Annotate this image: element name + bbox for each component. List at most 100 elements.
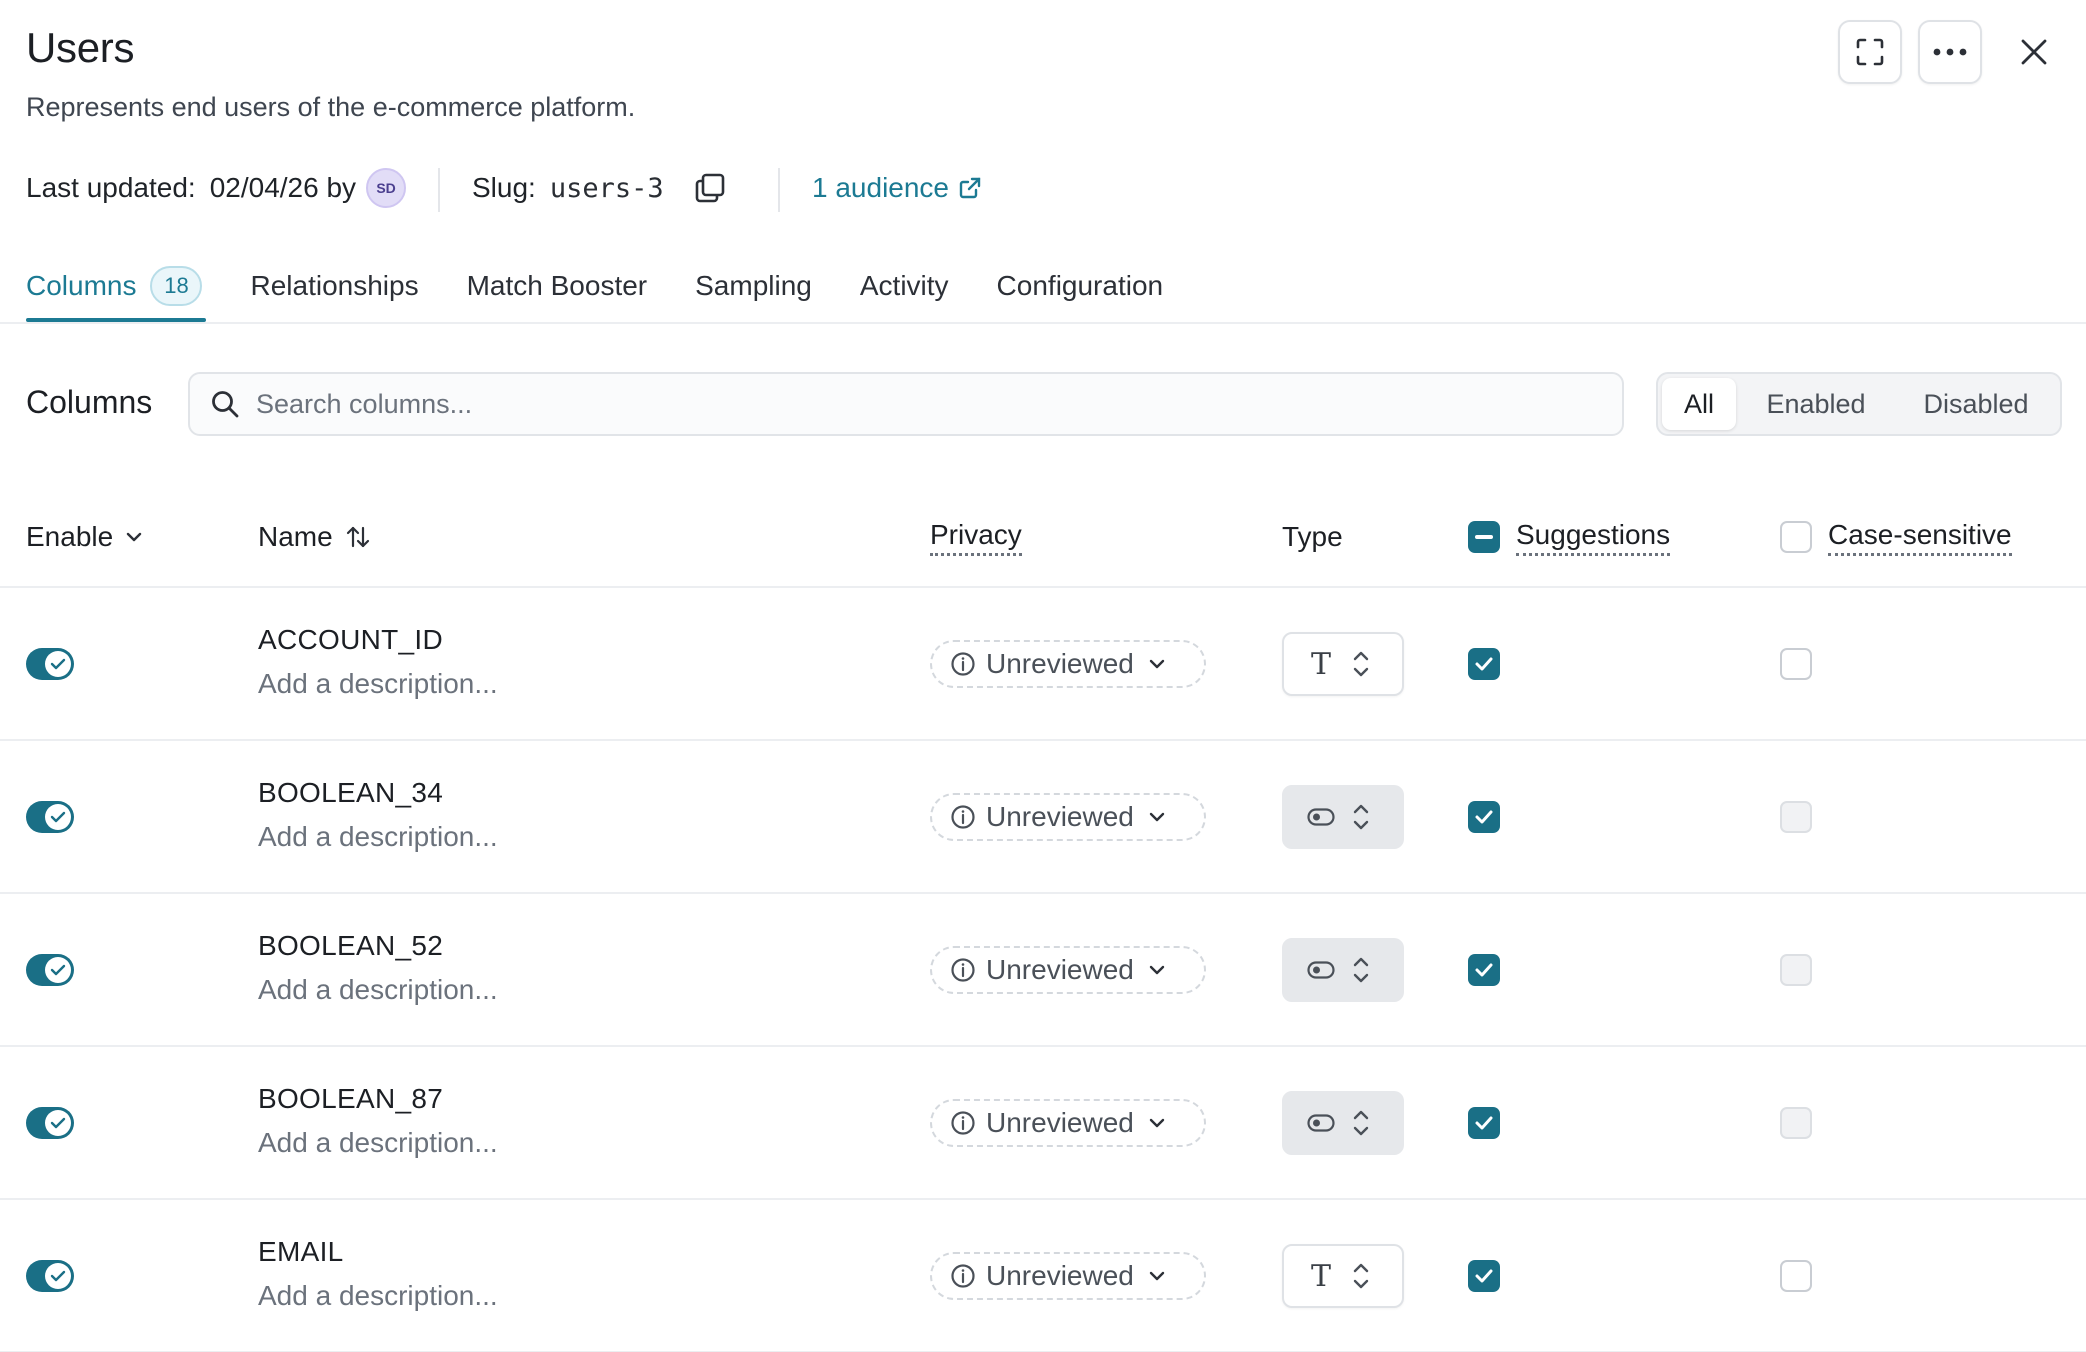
more-options-button[interactable] (1918, 20, 1982, 84)
column-description[interactable]: Add a description... (258, 1127, 498, 1159)
tab-match-booster[interactable]: Match Booster (467, 270, 648, 302)
table-row: BOOLEAN_87 Add a description... Unreviewed (0, 1047, 2086, 1200)
filter-disabled[interactable]: Disabled (1896, 378, 2056, 430)
table-row: ACCOUNT_ID Add a description... Unreviewed… (0, 588, 2086, 741)
column-name[interactable]: BOOLEAN_52 (258, 930, 443, 962)
column-name[interactable]: BOOLEAN_34 (258, 777, 443, 809)
suggestions-checkbox[interactable] (1468, 1260, 1500, 1292)
tab-columns[interactable]: Columns 18 (26, 266, 203, 306)
chevron-down-icon (1149, 659, 1165, 669)
privacy-dropdown[interactable]: Unreviewed (930, 640, 1206, 688)
suggestions-select-all-checkbox[interactable] (1468, 521, 1500, 553)
tab-bar: Columns 18 Relationships Match Booster S… (26, 262, 1211, 310)
case-sensitive-checkbox (1780, 801, 1812, 833)
column-description[interactable]: Add a description... (258, 974, 498, 1006)
privacy-column-header[interactable]: Privacy (930, 516, 1022, 558)
tab-configuration[interactable]: Configuration (997, 270, 1164, 302)
tab-count-badge: 18 (150, 266, 203, 306)
filter-enabled[interactable]: Enabled (1736, 378, 1896, 430)
tab-activity[interactable]: Activity (860, 270, 949, 302)
column-description[interactable]: Add a description... (258, 1280, 498, 1312)
type-selector[interactable] (1282, 938, 1404, 1002)
column-name[interactable]: ACCOUNT_ID (258, 624, 443, 656)
enable-toggle[interactable] (26, 801, 74, 833)
enable-toggle[interactable] (26, 1107, 74, 1139)
tab-relationships[interactable]: Relationships (250, 270, 418, 302)
enable-toggle[interactable] (26, 954, 74, 986)
page-title: Users (26, 24, 135, 71)
enable-column-header[interactable]: Enable (26, 516, 143, 558)
text-type-icon: T (1310, 646, 1331, 682)
enable-toggle[interactable] (26, 648, 74, 680)
column-description[interactable]: Add a description... (258, 821, 498, 853)
privacy-dropdown[interactable]: Unreviewed (930, 1252, 1206, 1300)
name-column-header[interactable]: Name (258, 516, 371, 558)
type-selector[interactable] (1282, 785, 1404, 849)
column-name[interactable]: EMAIL (258, 1236, 344, 1268)
slug-value: users-3 (549, 172, 664, 204)
up-down-chevron-icon (1353, 804, 1369, 830)
case-sensitive-select-all-checkbox[interactable] (1780, 521, 1812, 553)
case-sensitive-header-label[interactable]: Case-sensitive (1828, 519, 2012, 556)
boolean-type-icon (1304, 800, 1338, 834)
boolean-type-icon (1304, 1106, 1338, 1140)
up-down-chevron-icon (1353, 1110, 1369, 1136)
info-icon (951, 958, 975, 982)
search-input[interactable] (256, 388, 1556, 420)
info-icon (951, 1264, 975, 1288)
check-icon (45, 1263, 71, 1289)
privacy-value: Unreviewed (986, 1260, 1134, 1291)
suggestions-checkbox[interactable] (1468, 1107, 1500, 1139)
type-selector[interactable] (1282, 1091, 1404, 1155)
tab-label: Columns (26, 270, 137, 301)
check-icon (45, 651, 71, 677)
type-selector[interactable]: T (1282, 1244, 1404, 1308)
check-icon (45, 1110, 71, 1136)
avatar[interactable]: SD (366, 168, 407, 208)
section-title: Columns (26, 384, 153, 420)
check-icon (45, 804, 71, 830)
privacy-value: Unreviewed (986, 1107, 1134, 1138)
type-header-label: Type (1282, 521, 1343, 552)
text-type-icon: T (1310, 1258, 1331, 1294)
up-down-chevron-icon (1353, 651, 1369, 677)
copy-icon[interactable] (694, 172, 726, 204)
suggestions-header-label[interactable]: Suggestions (1516, 519, 1671, 556)
close-icon (2021, 39, 2047, 65)
up-down-chevron-icon (1353, 1263, 1369, 1289)
suggestions-checkbox[interactable] (1468, 954, 1500, 986)
audience-link[interactable]: 1 audience (812, 168, 981, 208)
filter-all[interactable]: All (1662, 378, 1736, 430)
column-name[interactable]: BOOLEAN_87 (258, 1083, 443, 1115)
info-icon (951, 805, 975, 829)
info-icon (951, 652, 975, 676)
type-selector[interactable]: T (1282, 632, 1404, 696)
enable-toggle[interactable] (26, 1260, 74, 1292)
privacy-value: Unreviewed (986, 801, 1134, 832)
suggestions-column-header: Suggestions (1468, 516, 1671, 558)
slug: Slug: users-3 (472, 168, 726, 208)
slug-label: Slug: (472, 172, 536, 203)
table-row: EMAIL Add a description... Unreviewed T (0, 1200, 2086, 1352)
table-row: BOOLEAN_52 Add a description... Unreviewed (0, 894, 2086, 1047)
tab-sampling[interactable]: Sampling (695, 270, 812, 302)
column-description[interactable]: Add a description... (258, 668, 498, 700)
case-sensitive-checkbox[interactable] (1780, 1260, 1812, 1292)
case-sensitive-checkbox[interactable] (1780, 648, 1812, 680)
chevron-down-icon (1149, 812, 1165, 822)
privacy-dropdown[interactable]: Unreviewed (930, 946, 1206, 994)
last-updated: Last updated: 02/04/26 by SD (26, 168, 407, 208)
suggestions-checkbox[interactable] (1468, 801, 1500, 833)
last-updated-label: Last updated: (26, 172, 196, 203)
suggestions-checkbox[interactable] (1468, 648, 1500, 680)
privacy-dropdown[interactable]: Unreviewed (930, 793, 1206, 841)
meta-divider (438, 168, 440, 212)
chevron-down-icon (1149, 1118, 1165, 1128)
close-button[interactable] (2008, 26, 2060, 78)
case-sensitive-column-header: Case-sensitive (1780, 516, 2012, 558)
audience-link-label: 1 audience (812, 172, 950, 203)
expand-button[interactable] (1838, 20, 1902, 84)
privacy-dropdown[interactable]: Unreviewed (930, 1099, 1206, 1147)
search-box[interactable] (188, 372, 1624, 436)
status-filter: All Enabled Disabled (1656, 372, 2062, 436)
